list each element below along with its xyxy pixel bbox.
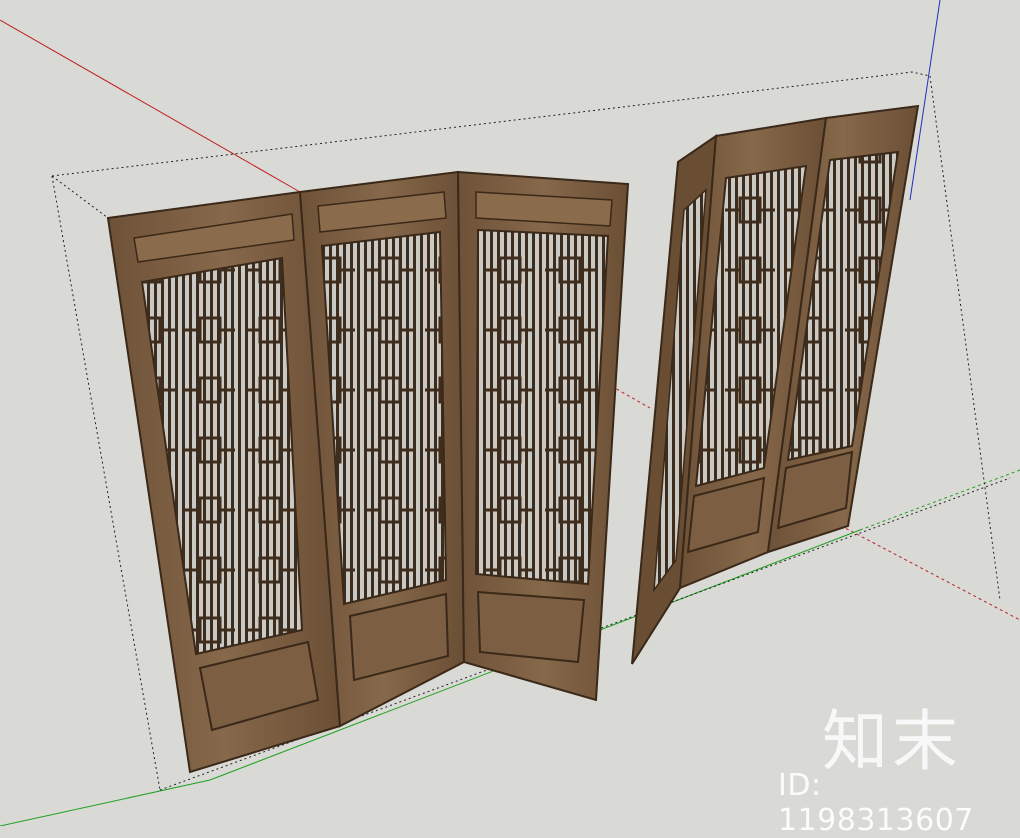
watermark-id: ID: 1198313607: [778, 768, 974, 838]
screen-panel-3: [456, 170, 630, 702]
screen-panel-1: [106, 190, 342, 774]
